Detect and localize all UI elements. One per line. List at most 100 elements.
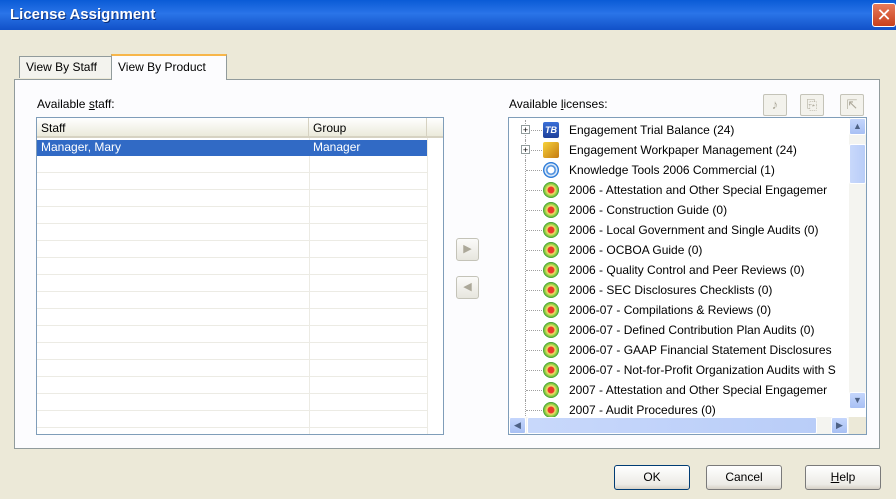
- licenses-vertical-scrollbar[interactable]: ▲ ▼: [849, 118, 866, 409]
- window-title: License Assignment: [10, 6, 156, 23]
- product-icon: [543, 282, 559, 298]
- column-header-group[interactable]: Group: [309, 118, 427, 138]
- tree-item-label: 2007 - Attestation and Other Special Eng…: [569, 383, 828, 397]
- tree-item-label: Knowledge Tools 2006 Commercial (1): [569, 163, 775, 177]
- empty-table-row: [37, 225, 427, 241]
- licenses-horizontal-scrollbar[interactable]: ◀ ▶: [509, 417, 849, 434]
- empty-table-row: [37, 174, 427, 190]
- product-icon: [543, 302, 559, 318]
- trial-balance-icon: TB: [543, 122, 559, 138]
- tree-item[interactable]: 2006-07 - GAAP Financial Statement Discl…: [509, 340, 849, 360]
- empty-table-row: [37, 310, 427, 326]
- tree-connector: [526, 290, 542, 291]
- tree-item[interactable]: + Engagement Workpaper Management (24): [509, 140, 849, 160]
- tree-item-label: Engagement Trial Balance (24): [569, 123, 735, 137]
- product-icon: [543, 402, 559, 418]
- group-cell: Manager: [313, 140, 361, 154]
- expand-icon[interactable]: +: [521, 125, 530, 135]
- empty-table-row: [37, 259, 427, 275]
- workpaper-icon: [543, 142, 559, 158]
- tree-item-label: 2006 - Construction Guide (0): [569, 203, 728, 217]
- tree-item[interactable]: 2006 - Construction Guide (0): [509, 200, 849, 220]
- tree-item[interactable]: Knowledge Tools 2006 Commercial (1): [509, 160, 849, 180]
- tree-connector: [526, 410, 542, 411]
- tree-connector: [526, 230, 542, 231]
- column-header-staff[interactable]: Staff: [37, 118, 309, 138]
- product-icon: [543, 242, 559, 258]
- tree-connector: [526, 390, 542, 391]
- remove-license-button[interactable]: ◀: [456, 276, 479, 299]
- tree-connector: [526, 330, 542, 331]
- staff-cell: Manager, Mary: [41, 140, 122, 154]
- scroll-down-button[interactable]: ▼: [849, 392, 866, 409]
- assign-icon[interactable]: ♪: [763, 94, 787, 116]
- empty-table-row: [37, 412, 427, 428]
- product-icon: [543, 342, 559, 358]
- title-bar[interactable]: License Assignment ✕: [0, 0, 896, 30]
- vertical-scroll-thumb[interactable]: [849, 144, 866, 184]
- tree-connector: [526, 310, 542, 311]
- product-icon: [543, 362, 559, 378]
- empty-table-row: [37, 395, 427, 411]
- tree-item[interactable]: 2006 - Quality Control and Peer Reviews …: [509, 260, 849, 280]
- staff-list[interactable]: Staff Group Manager, Mary Manager: [36, 117, 444, 435]
- tree-item[interactable]: 2006 - Local Government and Single Audit…: [509, 220, 849, 240]
- scroll-up-button[interactable]: ▲: [849, 118, 866, 135]
- available-staff-label: Available staff:: [37, 97, 115, 111]
- tree-item[interactable]: + TB Engagement Trial Balance (24): [509, 120, 849, 140]
- tree-item-label: 2006-07 - Compilations & Reviews (0): [569, 303, 772, 317]
- empty-table-row: [37, 378, 427, 394]
- tree-item[interactable]: 2006 - SEC Disclosures Checklists (0): [509, 280, 849, 300]
- scrollbar-corner: [849, 417, 866, 434]
- help-button[interactable]: Help: [805, 465, 881, 490]
- scroll-right-button[interactable]: ▶: [831, 417, 848, 434]
- tree-item[interactable]: 2006 - Attestation and Other Special Eng…: [509, 180, 849, 200]
- available-licenses-label: Available licenses:: [509, 97, 608, 111]
- empty-table-row: [37, 242, 427, 258]
- table-row[interactable]: Manager, Mary Manager: [37, 140, 427, 156]
- tree-item[interactable]: 2007 - Attestation and Other Special Eng…: [509, 380, 849, 400]
- product-icon: [543, 322, 559, 338]
- product-icon: [543, 262, 559, 278]
- horizontal-scroll-thumb[interactable]: [527, 417, 817, 434]
- product-icon: [543, 222, 559, 238]
- column-header-filler: [427, 118, 443, 138]
- tree-item-label: 2006-07 - Defined Contribution Plan Audi…: [569, 323, 815, 337]
- tree-connector: [526, 210, 542, 211]
- tree-item-label: 2006 - OCBOA Guide (0): [569, 243, 703, 257]
- empty-table-row: [37, 208, 427, 224]
- empty-table-row: [37, 429, 427, 434]
- add-license-button[interactable]: ▶: [456, 238, 479, 261]
- cancel-button[interactable]: Cancel: [706, 465, 782, 490]
- tree-item[interactable]: 2006-07 - Defined Contribution Plan Audi…: [509, 320, 849, 340]
- tree-item-label: 2006 - Attestation and Other Special Eng…: [569, 183, 828, 197]
- tree-connector: [526, 370, 542, 371]
- tab-view-by-staff[interactable]: View By Staff: [19, 56, 112, 78]
- copy-icon[interactable]: ⎘: [800, 94, 824, 116]
- expand-icon[interactable]: +: [521, 145, 530, 155]
- tree-item-label: Engagement Workpaper Management (24): [569, 143, 797, 157]
- tree-connector: [526, 170, 542, 171]
- empty-table-row: [37, 157, 427, 173]
- empty-table-row: [37, 327, 427, 343]
- empty-table-row: [37, 191, 427, 207]
- product-icon: [543, 382, 559, 398]
- tree-item[interactable]: 2006 - OCBOA Guide (0): [509, 240, 849, 260]
- tree-item-label: 2006 - Local Government and Single Audit…: [569, 223, 819, 237]
- column-divider: [427, 138, 428, 434]
- tab-view-by-product[interactable]: View By Product: [111, 54, 227, 80]
- product-icon: [543, 202, 559, 218]
- tree-connector: [526, 350, 542, 351]
- scroll-left-button[interactable]: ◀: [509, 417, 526, 434]
- remove-license-icon[interactable]: ⇱: [840, 94, 864, 116]
- tree-item[interactable]: 2006-07 - Compilations & Reviews (0): [509, 300, 849, 320]
- ok-button[interactable]: OK: [614, 465, 690, 490]
- tree-item-label: 2007 - Audit Procedures (0): [569, 403, 716, 417]
- tree-item[interactable]: 2006-07 - Not-for-Profit Organization Au…: [509, 360, 849, 380]
- tree-connector: [526, 270, 542, 271]
- tree-item-label: 2006 - SEC Disclosures Checklists (0): [569, 283, 773, 297]
- tree-item-label: 2006-07 - GAAP Financial Statement Discl…: [569, 343, 832, 357]
- product-icon: [543, 182, 559, 198]
- licenses-tree[interactable]: + TB Engagement Trial Balance (24) + Engagem…: [508, 117, 867, 435]
- close-button[interactable]: ✕: [872, 3, 896, 27]
